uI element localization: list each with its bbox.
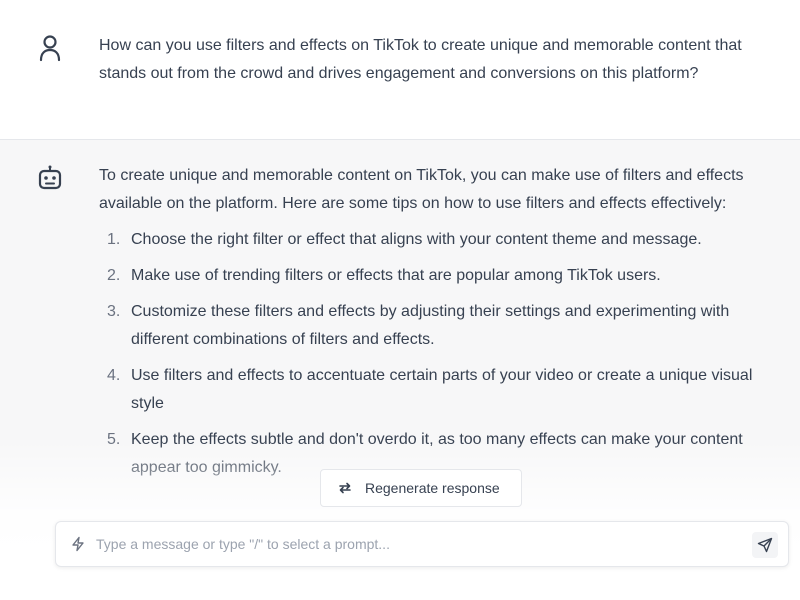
list-item-text: Use filters and effects to accentuate ce… (131, 367, 753, 412)
message-input[interactable] (96, 530, 736, 558)
list-item-text: Make use of trending filters or effects … (131, 267, 661, 284)
list-item-number: 2. (107, 267, 121, 284)
assistant-message-content: To create unique and memorable content o… (99, 162, 759, 490)
message-composer (55, 521, 789, 567)
list-item: 1. Choose the right filter or effect that… (107, 226, 759, 254)
regenerate-response-button[interactable]: Regenerate response (320, 469, 522, 507)
list-item: 3. Customize these filters and effects by… (107, 298, 759, 354)
list-item-number: 5. (107, 431, 121, 448)
tips-list: 1. Choose the right filter or effect that… (99, 226, 759, 482)
user-message-row: How can you use filters and effects on T… (0, 0, 800, 140)
paper-plane-icon (757, 537, 773, 553)
list-item-text: Customize these filters and effects by a… (131, 303, 730, 348)
list-item-number: 4. (107, 367, 121, 384)
assistant-intro-text: To create unique and memorable content o… (99, 167, 744, 212)
list-item-number: 1. (107, 231, 121, 248)
refresh-icon (339, 482, 351, 494)
list-item: 2. Make use of trending filters or effect… (107, 262, 759, 290)
list-item: 4. Use filters and effects to accentuate … (107, 362, 759, 418)
send-button[interactable] (752, 532, 778, 558)
user-message-text: How can you use filters and effects on T… (99, 37, 742, 82)
list-item-number: 3. (107, 303, 121, 320)
user-icon (39, 35, 61, 62)
list-item-text: Choose the right filter or effect that a… (131, 231, 702, 248)
regenerate-response-label: Regenerate response (365, 480, 500, 496)
lightning-bolt-icon[interactable] (70, 536, 86, 552)
bot-icon (38, 165, 62, 190)
